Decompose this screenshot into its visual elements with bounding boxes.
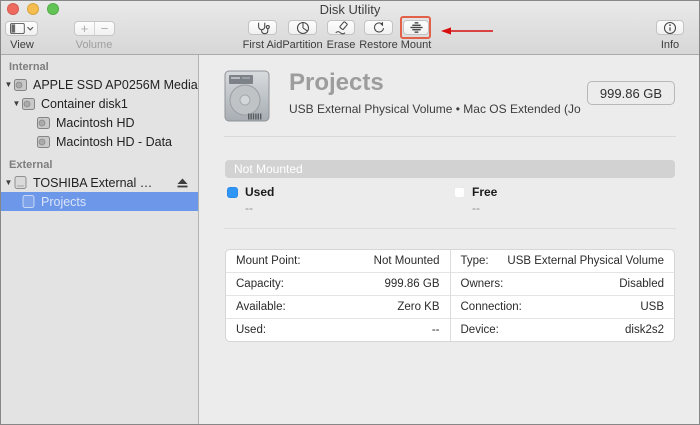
free-swatch-icon <box>454 186 465 198</box>
detail-row-owners: Owners: Disabled <box>450 273 674 296</box>
details-left-column: Mount Point: Not Mounted Capacity: 999.8… <box>226 250 450 341</box>
sidebar-item-toshiba[interactable]: ▼ TOSHIBA External USB 3.0 M… <box>1 173 198 192</box>
pie-icon <box>296 21 309 34</box>
sidebar-item-apple-ssd[interactable]: ▼ APPLE SSD AP0256M Media <box>1 75 198 94</box>
detail-row-available: Available: Zero KB <box>226 296 450 319</box>
remove-volume-button[interactable]: − <box>95 22 114 35</box>
detail-value: 999.86 GB <box>384 278 440 290</box>
detail-value: USB <box>640 301 664 313</box>
details-right-column: Type: USB External Physical Volume Owner… <box>449 250 675 341</box>
first-aid-button[interactable] <box>248 20 277 35</box>
sidebar-item-label: Container disk1 <box>41 96 128 111</box>
disclosure-triangle-icon[interactable]: ▼ <box>11 99 22 108</box>
unmounted-volume-icon <box>22 195 35 208</box>
legend-free: Free <box>454 185 497 199</box>
detail-row-used: Used: -- <box>226 319 450 341</box>
detail-row-capacity: Capacity: 999.86 GB <box>226 273 450 296</box>
detail-label: Mount Point: <box>236 255 301 267</box>
annotation-arrow-icon <box>441 27 493 35</box>
sidebar-item-macintosh-hd-data[interactable]: Macintosh HD - Data <box>1 132 198 151</box>
detail-label: Device: <box>460 324 499 336</box>
sidebar-item-macintosh-hd[interactable]: Macintosh HD <box>1 113 198 132</box>
volume-title: Projects <box>289 69 384 96</box>
sidebar-item-label: APPLE SSD AP0256M Media <box>33 77 198 92</box>
used-swatch-icon <box>227 186 238 198</box>
add-volume-button[interactable]: + <box>75 22 95 35</box>
detail-value: Zero KB <box>397 301 440 313</box>
sidebar-item-label: Macintosh HD <box>56 115 135 130</box>
disk-utility-window: Disk Utility View + − Volume First Aid P… <box>0 0 700 425</box>
sidebar-item-label: TOSHIBA External USB 3.0 M… <box>33 175 161 190</box>
restore-button[interactable] <box>364 20 393 35</box>
main-content: Projects USB External Physical Volume • … <box>200 55 699 424</box>
view-label: View <box>10 39 34 51</box>
sidebar-item-projects[interactable]: Projects <box>1 192 198 211</box>
info-icon <box>663 21 677 34</box>
detail-value: USB External Physical Volume <box>507 255 664 267</box>
legend-free-label: Free <box>472 185 498 199</box>
sidebar-item-container-disk1[interactable]: ▼ Container disk1 <box>1 94 198 113</box>
sidebar-item-label: Projects <box>41 194 87 209</box>
legend-used-value: -- <box>245 201 253 215</box>
volume-icon <box>37 135 50 148</box>
volume-segment: + − <box>74 21 115 36</box>
detail-label: Used: <box>236 324 267 336</box>
detail-row-device: Device: disk2s2 <box>451 319 675 341</box>
mount-label: Mount <box>400 39 432 51</box>
disclosure-triangle-icon[interactable]: ▼ <box>3 80 14 89</box>
legend-used-label: Used <box>245 185 275 199</box>
sidebar-section-external: External <box>9 159 53 171</box>
sidebar-section-internal: Internal <box>9 61 49 73</box>
detail-value: -- <box>431 324 440 336</box>
volume-icon <box>37 116 50 129</box>
disclosure-triangle-icon[interactable]: ▼ <box>3 178 14 187</box>
detail-label: Owners: <box>460 278 504 290</box>
info-button[interactable] <box>656 20 684 35</box>
window-title: Disk Utility <box>319 2 381 17</box>
details-table: Mount Point: Not Mounted Capacity: 999.8… <box>225 249 675 342</box>
eraser-icon <box>335 20 348 34</box>
divider <box>224 228 676 229</box>
volume-subtitle: USB External Physical Volume • Mac OS Ex… <box>289 102 581 116</box>
annotation-highlight-box <box>400 16 431 39</box>
restore-arrow-icon <box>373 21 384 33</box>
detail-label: Available: <box>236 301 286 313</box>
capacity-badge: 999.86 GB <box>587 81 675 105</box>
stethoscope-icon <box>257 22 270 34</box>
detail-row-connection: Connection: USB <box>450 296 674 319</box>
sidebar-view-icon <box>9 23 33 34</box>
detail-label: Connection: <box>460 301 522 313</box>
usage-bar-not-mounted: Not Mounted <box>225 160 675 178</box>
legend-free-value: -- <box>472 201 480 215</box>
sidebar-item-label: Macintosh HD - Data <box>56 134 173 149</box>
detail-value: Not Mounted <box>373 255 440 267</box>
internal-disk-icon <box>22 97 35 110</box>
detail-row-type: Type: USB External Physical Volume <box>450 250 674 273</box>
legend-used: Used <box>227 185 274 199</box>
view-button[interactable] <box>5 21 38 36</box>
internal-disk-icon <box>14 78 27 91</box>
info-label: Info <box>660 39 680 51</box>
detail-row-mount-point: Mount Point: Not Mounted <box>226 250 450 273</box>
external-disk-icon <box>14 176 27 189</box>
volume-label: Volume <box>75 39 113 51</box>
erase-button[interactable] <box>327 20 355 35</box>
detail-value: Disabled <box>619 278 664 290</box>
detail-label: Capacity: <box>236 278 284 290</box>
sidebar: Internal ▼ APPLE SSD AP0256M Media ▼ Con… <box>1 55 199 424</box>
toolbar: Disk Utility View + − Volume First Aid P… <box>1 1 699 55</box>
partition-button[interactable] <box>288 20 317 35</box>
detail-label: Type: <box>460 255 489 267</box>
divider <box>224 136 676 137</box>
hard-disk-icon <box>224 70 270 122</box>
detail-value: disk2s2 <box>625 324 664 336</box>
eject-icon[interactable] <box>177 178 188 188</box>
